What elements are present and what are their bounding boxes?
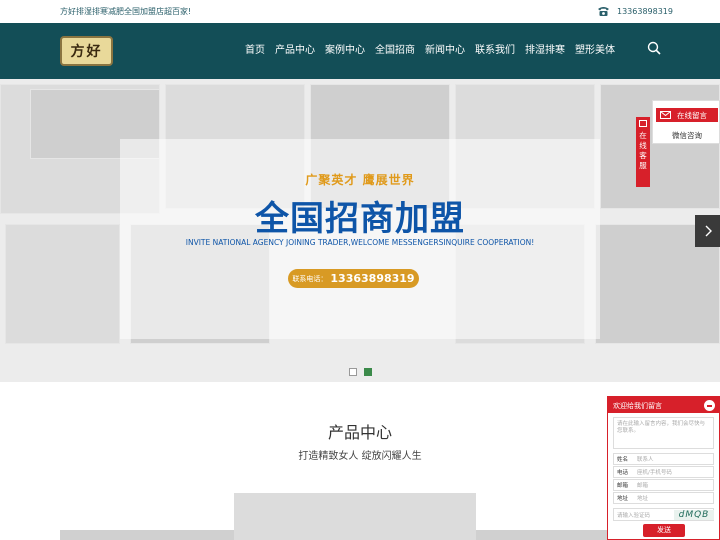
minimize-icon[interactable]	[704, 400, 715, 411]
banner-dot-2[interactable]	[364, 368, 372, 376]
nav-franchise[interactable]: 全国招商	[375, 41, 415, 56]
online-message-label: 在线留言	[677, 110, 707, 120]
phone-field-label: 电话	[617, 470, 629, 476]
envelope-icon	[660, 111, 671, 119]
address-field[interactable]: 地址 地址	[613, 492, 714, 504]
nav-contact[interactable]: 联系我们	[475, 41, 515, 56]
message-box-header: 欢迎给我们留言	[608, 397, 719, 413]
wechat-consult-link[interactable]: 微信咨询	[653, 130, 720, 141]
nav-home[interactable]: 首页	[245, 41, 265, 56]
phone-field-placeholder: 座机/手机号码	[637, 470, 672, 476]
online-service-label: 在线客服	[639, 131, 647, 170]
banner-phone-number: 13363898319	[330, 272, 415, 285]
service-icon	[639, 120, 647, 127]
nav-products[interactable]: 产品中心	[275, 41, 315, 56]
banner-phone-button[interactable]: 联系电话： 13363898319	[288, 269, 419, 288]
email-field-placeholder: 邮箱	[637, 483, 649, 489]
online-message-button[interactable]: 在线留言	[656, 108, 718, 122]
banner-subtitle: 广聚英才 鹰展世界	[305, 173, 415, 187]
phone-field[interactable]: 电话 座机/手机号码	[613, 466, 714, 478]
nav-dehumidify[interactable]: 排湿排寒	[525, 41, 565, 56]
name-field-label: 姓名	[617, 457, 629, 463]
top-phone-number[interactable]: 13363898319	[617, 7, 673, 16]
phone-icon	[598, 7, 609, 16]
top-bar: 方好排湿排寒减肥全国加盟店超百家! 13363898319	[0, 0, 720, 23]
email-field[interactable]: 邮箱 邮箱	[613, 479, 714, 491]
name-field[interactable]: 姓名 联系人	[613, 453, 714, 465]
main-header: 方好 首页 产品中心 案例中心 全国招商 新闻中心 联系我们 排湿排寒 塑形美体	[0, 23, 720, 79]
product-card[interactable]	[234, 493, 476, 540]
address-field-placeholder: 地址	[637, 496, 649, 502]
captcha-image[interactable]: dMQB	[674, 510, 714, 520]
top-slogan: 方好排湿排寒减肥全国加盟店超百家!	[60, 7, 192, 16]
top-phone-group: 13363898319	[597, 5, 673, 17]
banner-next-button[interactable]	[695, 215, 720, 247]
banner-pagination	[349, 368, 379, 376]
captcha-placeholder: 请输入验证码	[617, 512, 651, 519]
message-textarea[interactable]: 请在此输入留言内容，我们会尽快与您联系。	[613, 417, 714, 449]
main-nav: 首页 产品中心 案例中心 全国招商 新闻中心 联系我们 排湿排寒 塑形美体	[245, 41, 625, 56]
banner-phone-label: 联系电话：	[292, 274, 328, 283]
captcha-input[interactable]: 请输入验证码 dMQB	[613, 508, 714, 521]
name-field-placeholder: 联系人	[637, 457, 654, 463]
send-button[interactable]: 发送	[643, 524, 685, 537]
nav-news[interactable]: 新闻中心	[425, 41, 465, 56]
message-box: 欢迎给我们留言 请在此输入留言内容，我们会尽快与您联系。 姓名 联系人 电话 座…	[607, 396, 720, 540]
logo-text: 方好	[70, 44, 103, 60]
nav-cases[interactable]: 案例中心	[325, 41, 365, 56]
banner-english-slogan: INVITE NATIONAL AGENCY JOINING TRADER,WE…	[185, 238, 535, 247]
email-field-label: 邮箱	[617, 483, 629, 489]
banner-title: 全国招商加盟	[255, 199, 465, 239]
address-field-label: 地址	[617, 496, 629, 502]
site-logo[interactable]: 方好	[60, 36, 113, 66]
online-service-tab[interactable]: 在线客服	[636, 117, 650, 187]
banner-dot-1[interactable]	[349, 368, 357, 376]
hero-banner: 广聚英才 鹰展世界 全国招商加盟 INVITE NATIONAL AGENCY …	[0, 79, 720, 382]
chevron-right-icon	[705, 225, 712, 237]
nav-body-shaping[interactable]: 塑形美体	[575, 41, 615, 56]
floating-contact-widget: 在线留言 微信咨询	[652, 100, 720, 144]
search-icon[interactable]	[647, 41, 661, 55]
